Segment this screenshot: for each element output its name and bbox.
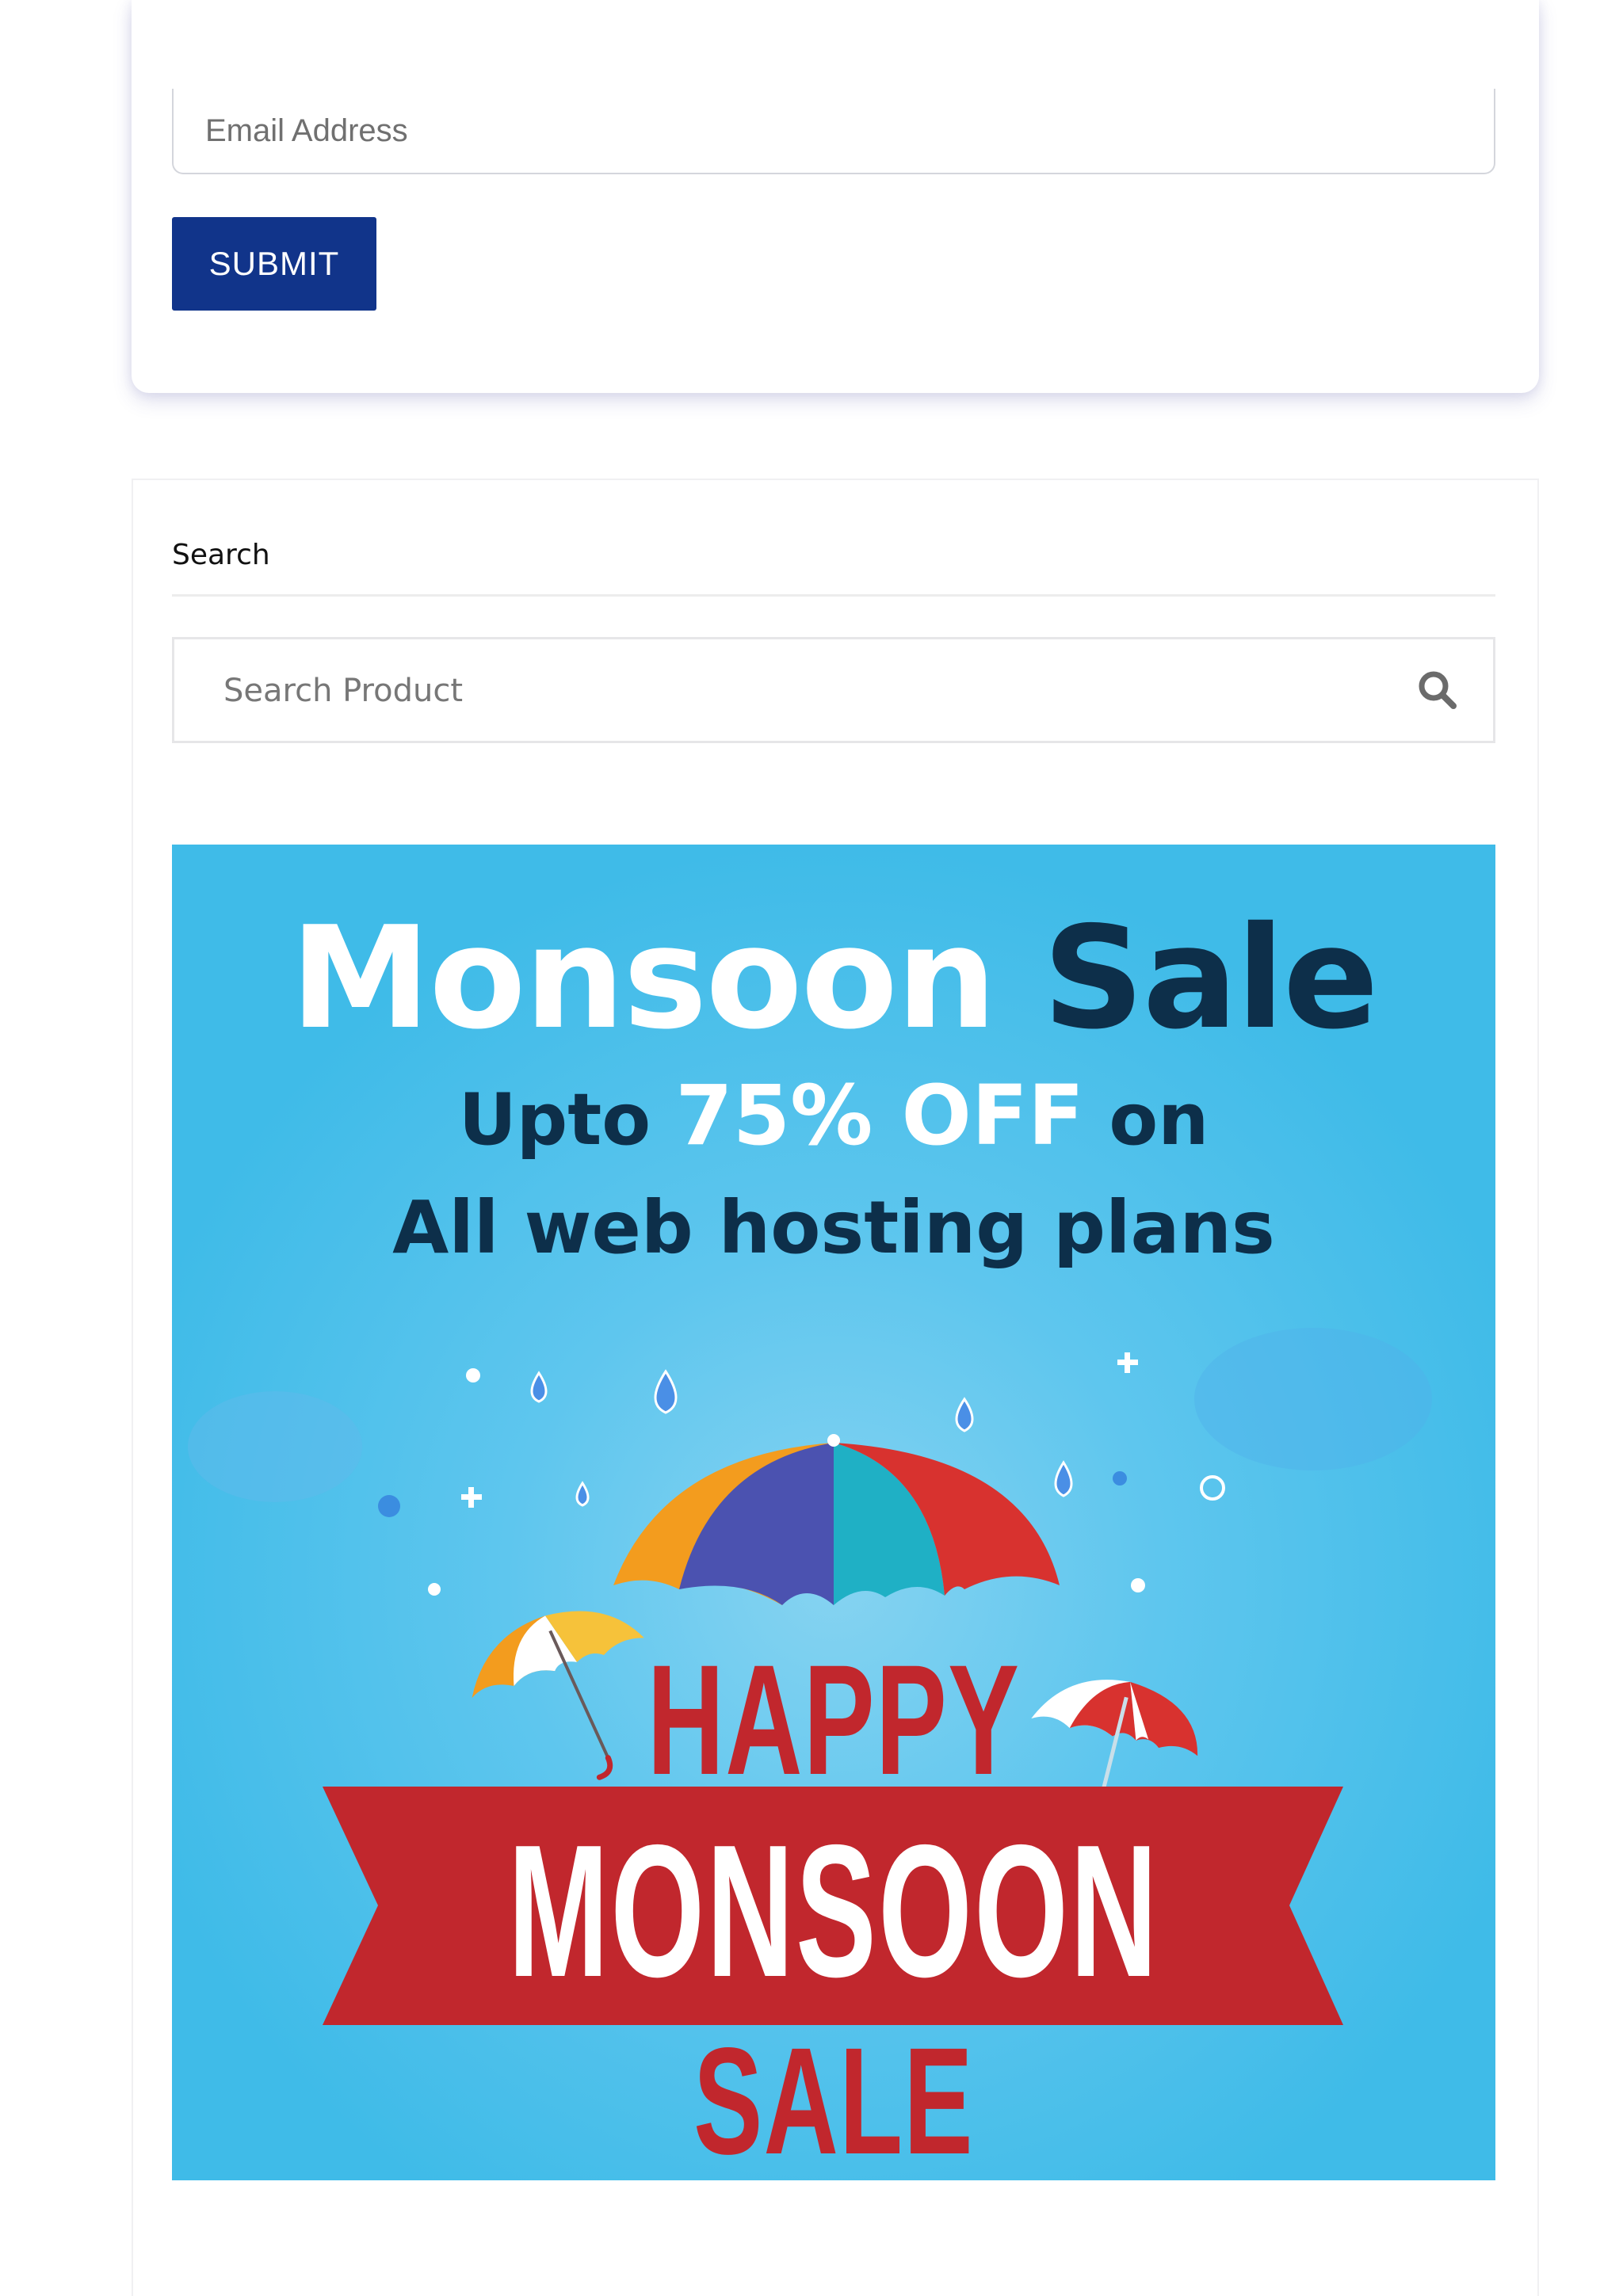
banner-sale-text: SALE: [693, 2016, 974, 2180]
search-form: [172, 637, 1495, 743]
banner-offer-line: Upto 75% OFF on: [458, 1067, 1209, 1164]
banner-headline: Monsoon Sale: [290, 896, 1378, 1060]
widget-title: Search: [172, 539, 270, 571]
email-field[interactable]: [172, 89, 1495, 174]
search-icon[interactable]: [1417, 669, 1458, 711]
banner-offer-detail: All web hosting plans: [392, 1185, 1275, 1270]
search-input[interactable]: [222, 639, 1366, 742]
submit-button[interactable]: SUBMIT: [172, 217, 376, 311]
monsoon-sale-banner[interactable]: Monsoon Sale Upto 75% OFF on All web hos…: [172, 845, 1495, 2180]
banner-happy-text: HAPPY: [647, 1632, 1021, 1807]
divider: [172, 594, 1495, 597]
newsletter-card: [132, 0, 1539, 393]
banner-monsoon-text: MONSOON: [508, 1806, 1159, 2016]
